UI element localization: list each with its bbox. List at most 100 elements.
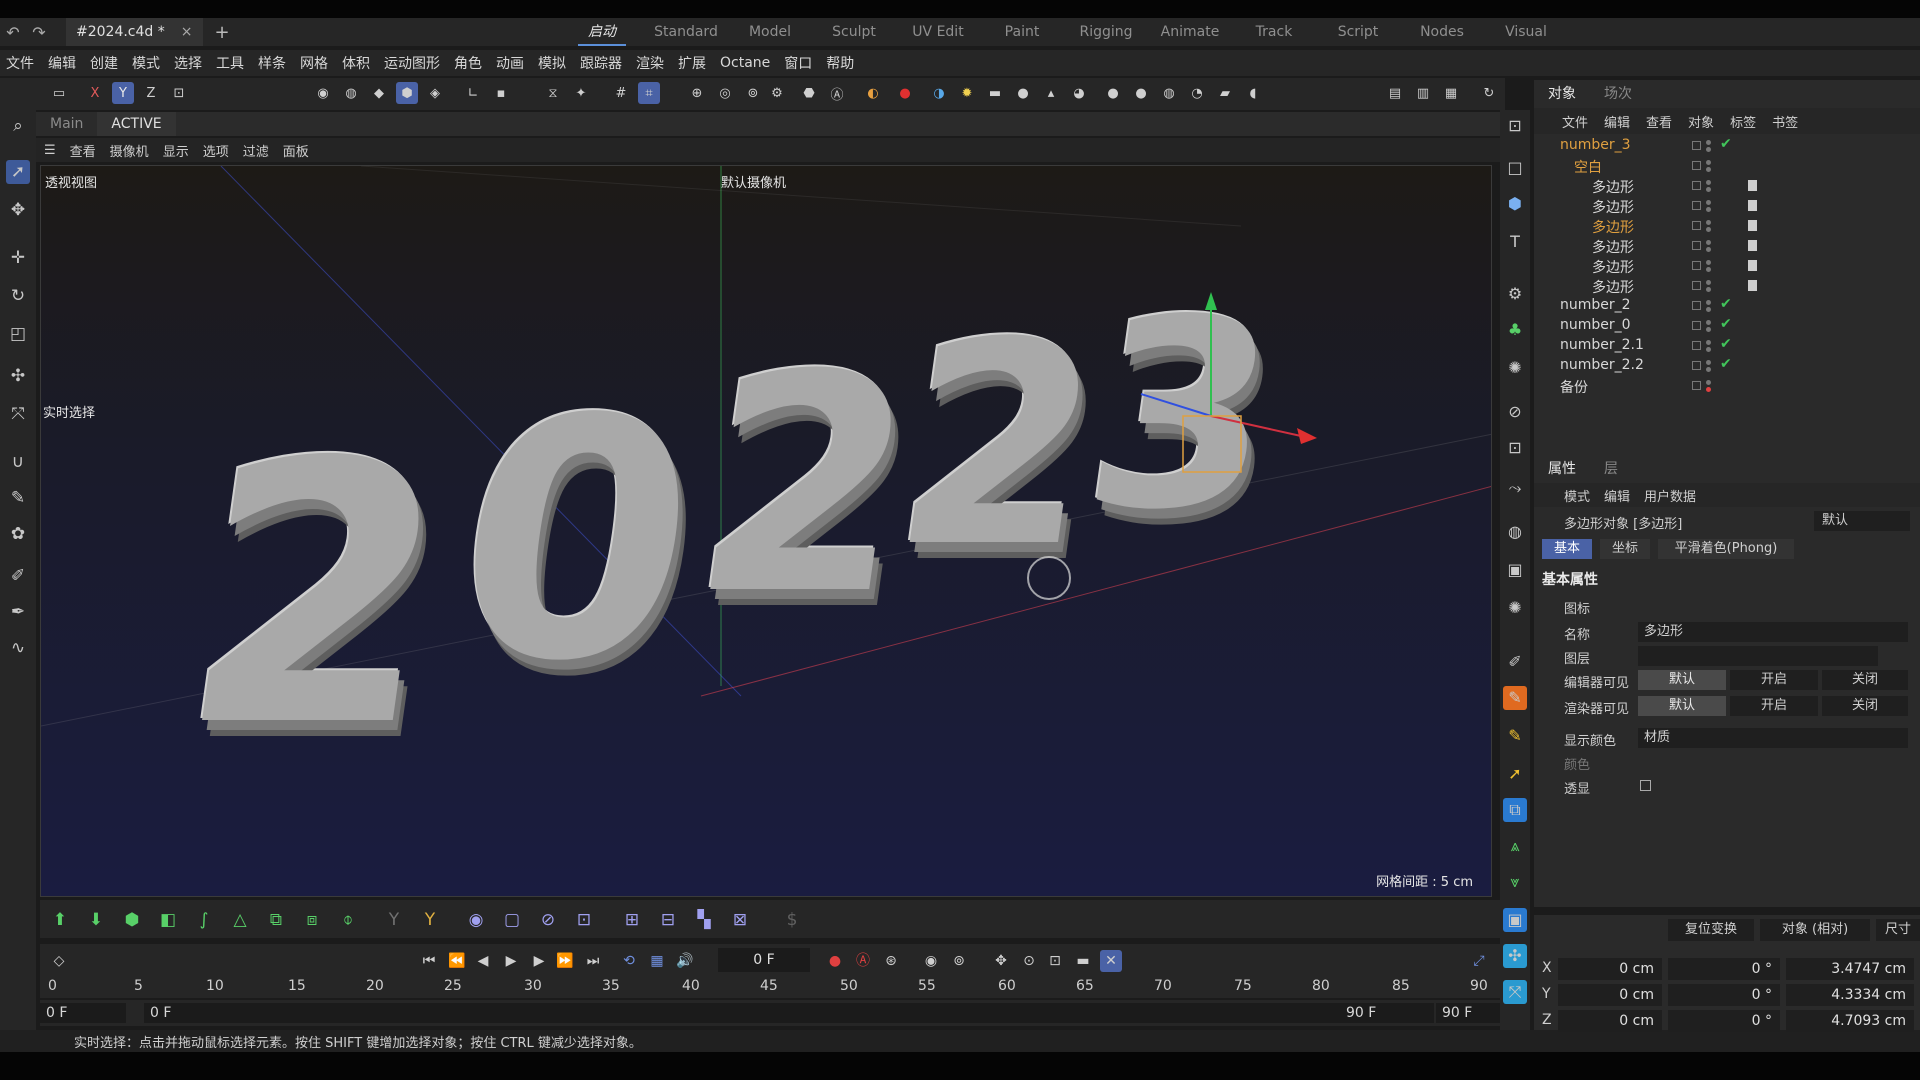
menu-edit[interactable]: 编辑	[48, 53, 84, 73]
timeline-ruler[interactable]: 0 5 10 15 20 25 30 35 40 45 50 55 60 65 …	[40, 976, 1500, 998]
enabled-check-icon[interactable]: ✔	[1720, 356, 1732, 372]
pyramid-icon[interactable]: △	[228, 908, 252, 932]
object-row-number0[interactable]: number_0 ✔	[1534, 316, 1920, 336]
object-row-number2[interactable]: number_2 ✔	[1534, 296, 1920, 316]
menu-volume[interactable]: 体积	[342, 53, 378, 73]
interpolation-icon[interactable]: ✕	[1100, 950, 1122, 972]
phong-tag-icon[interactable]	[1748, 240, 1757, 251]
knife-icon[interactable]: ✐	[6, 564, 30, 588]
position-field[interactable]: 0 cm	[1558, 1010, 1662, 1032]
octane-tool-8-icon[interactable]: ✣	[1503, 944, 1527, 968]
transform-icon[interactable]: ✣	[6, 364, 30, 388]
loop-icon[interactable]: ⟲	[618, 950, 640, 972]
deformer-1-icon[interactable]: Y	[382, 908, 406, 932]
soft-selection-icon[interactable]: ⊚	[742, 82, 764, 104]
goto-start-icon[interactable]: ⏮	[418, 950, 440, 972]
field-icon[interactable]: ⊡	[1503, 436, 1527, 460]
search-icon[interactable]: ⌕	[6, 114, 30, 138]
camera-icon[interactable]: ▣	[1503, 558, 1527, 582]
document-tab[interactable]: #2024.c4d * ×	[66, 18, 203, 46]
obj-menu-bookmarks[interactable]: 书签	[1772, 112, 1798, 131]
digit-0[interactable]: 0	[434, 349, 718, 733]
coordinate-system-icon[interactable]: ⊡	[168, 82, 190, 104]
redo-icon[interactable]: ↷	[26, 23, 52, 42]
texture-mode-icon[interactable]: ▪	[490, 82, 512, 104]
viewport-menu-filter[interactable]: 过滤	[243, 141, 269, 160]
mograph-2-icon[interactable]: ⊟	[656, 908, 680, 932]
visibility-box[interactable]	[1692, 361, 1701, 370]
rotation-field[interactable]: 0 °	[1668, 1010, 1780, 1032]
pen-icon[interactable]: ✒	[6, 600, 30, 624]
autokey-icon[interactable]: Ⓐ	[852, 950, 874, 972]
subtab-basic[interactable]: 基本	[1542, 539, 1592, 559]
obj-menu-view[interactable]: 查看	[1646, 112, 1672, 131]
viewport-menu-cameras[interactable]: 摄像机	[110, 141, 149, 160]
rotation-field[interactable]: 0 °	[1668, 958, 1780, 980]
field-2-icon[interactable]: ▢	[500, 908, 524, 932]
extrude-icon[interactable]: ⬆	[48, 908, 72, 932]
object-row-polygon-3[interactable]: 多边形	[1534, 216, 1920, 236]
effector-icon[interactable]: ✺	[1503, 356, 1527, 380]
editor-visible-off[interactable]: 关闭	[1822, 670, 1908, 690]
selection-tools-icon[interactable]: ✥	[6, 198, 30, 222]
editor-visible-on[interactable]: 开启	[1730, 670, 1818, 690]
enabled-check-icon[interactable]: ✔	[1720, 296, 1732, 312]
phong-tag-icon[interactable]	[1748, 220, 1757, 231]
points-mode-icon[interactable]: ◉	[312, 82, 334, 104]
undo-icon[interactable]: ↶	[0, 23, 26, 42]
edges-mode-icon[interactable]: ◍	[340, 82, 362, 104]
rotation-field[interactable]: 0 °	[1668, 984, 1780, 1006]
visibility-box[interactable]	[1692, 321, 1701, 330]
scale-icon[interactable]: ◰	[6, 322, 30, 346]
tab-objects[interactable]: 对象	[1534, 83, 1590, 103]
subtab-phong[interactable]: 平滑着色(Phong)	[1658, 539, 1794, 559]
key-pla-icon[interactable]: ⊡	[1044, 950, 1066, 972]
key-scale-icon[interactable]: ✥	[990, 950, 1012, 972]
phong-tag-icon[interactable]	[1748, 180, 1757, 191]
cube-icon[interactable]: ⬢	[120, 908, 144, 932]
mograph-5-icon[interactable]: $	[780, 908, 804, 932]
placement-icon[interactable]: ⤧	[6, 402, 30, 426]
obj-menu-edit[interactable]: 编辑	[1604, 112, 1630, 131]
sky-icon[interactable]: ◕	[1068, 82, 1090, 104]
view-name[interactable]: 透视视图	[45, 172, 97, 191]
current-frame-field[interactable]: 0 F	[718, 948, 810, 972]
layer-field[interactable]	[1638, 646, 1878, 666]
light-bulb-icon[interactable]: ✺	[1503, 596, 1527, 620]
new-tab-icon[interactable]: +	[215, 22, 230, 43]
visibility-box[interactable]	[1692, 181, 1701, 190]
next-key-icon[interactable]: ⏩	[554, 950, 576, 972]
layout-tab-nodes[interactable]: Nodes	[1400, 18, 1484, 46]
obj-menu-object[interactable]: 对象	[1688, 112, 1714, 131]
layout-tab-animate[interactable]: Animate	[1148, 18, 1232, 46]
fps-icon[interactable]: ▦	[646, 950, 668, 972]
octane-tool-5-icon[interactable]: ⩓	[1503, 834, 1527, 858]
object-row-polygon-6[interactable]: 多边形	[1534, 276, 1920, 296]
mograph-1-icon[interactable]: ⊞	[620, 908, 644, 932]
grid-icon[interactable]: #	[610, 82, 632, 104]
range-slider[interactable]: 0 F	[144, 1003, 1434, 1023]
menu-file[interactable]: 文件	[6, 53, 42, 73]
attr-menu-edit[interactable]: 编辑	[1604, 486, 1630, 505]
menu-render[interactable]: 渲染	[636, 53, 672, 73]
octane-tool-3-icon[interactable]: ➚	[1503, 762, 1527, 786]
tracer-icon[interactable]: ⤳	[1503, 476, 1527, 500]
size-field[interactable]: 3.4747 cm	[1786, 958, 1914, 980]
axis-mode-icon[interactable]: ∟	[462, 82, 484, 104]
cube-object-icon[interactable]: ⬢	[1503, 192, 1527, 216]
null-object-icon[interactable]: ⊡	[1503, 114, 1527, 138]
attribute-mode-dropdown[interactable]: 默认	[1814, 511, 1910, 531]
shader-ball-4-icon[interactable]: ◔	[1186, 82, 1208, 104]
visibility-box[interactable]	[1692, 241, 1701, 250]
coordinate-space-dropdown[interactable]: 对象 (相对)	[1760, 919, 1870, 941]
live-selection-icon[interactable]: ➚	[6, 160, 30, 184]
brush-icon[interactable]: ✎	[6, 486, 30, 510]
rotate-icon[interactable]: ↻	[6, 284, 30, 308]
object-row-number2-1[interactable]: number_2.1 ✔	[1534, 336, 1920, 356]
name-field[interactable]: 多边形	[1638, 622, 1908, 642]
menu-animation[interactable]: 动画	[496, 53, 532, 73]
move-gizmo[interactable]	[1121, 266, 1321, 486]
field-1-icon[interactable]: ◉	[464, 908, 488, 932]
object-row-polygon-5[interactable]: 多边形	[1534, 256, 1920, 276]
visibility-box[interactable]	[1692, 301, 1701, 310]
